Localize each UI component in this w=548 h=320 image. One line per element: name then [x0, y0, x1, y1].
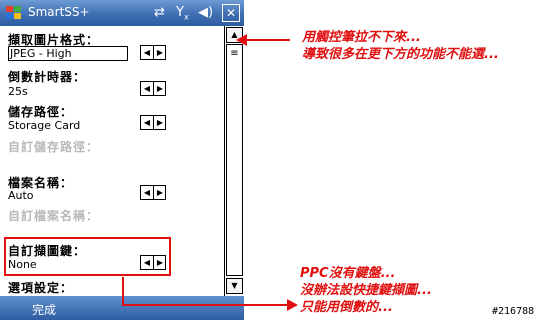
countdown-spinner[interactable]: ◀ ▶ — [140, 81, 166, 96]
windows-logo-icon[interactable] — [4, 3, 24, 23]
spinner-left-icon[interactable]: ◀ — [141, 186, 154, 199]
setting-label-options: 選項設定： — [8, 281, 74, 295]
title-bar: SmartSS+ ⇄ Yx ◀) ✕ — [0, 0, 244, 26]
setting-label-save-path: 儲存路徑： — [8, 105, 74, 119]
grip-icon: ≡ — [230, 48, 239, 59]
spinner-right-icon[interactable]: ▶ — [154, 46, 166, 59]
scroll-up-icon[interactable]: ▲ — [226, 27, 243, 43]
connectivity-icon[interactable]: ⇄ — [154, 4, 165, 22]
close-button[interactable]: ✕ — [222, 4, 240, 22]
vertical-scrollbar[interactable]: ▲ ≡ ▼ — [224, 26, 244, 296]
scroll-down-icon[interactable]: ▼ — [226, 278, 243, 294]
highlight-box — [4, 237, 171, 276]
file-name-spinner[interactable]: ◀ ▶ — [140, 185, 166, 200]
annotation-bottom-line3: 只能用倒數的... — [300, 300, 393, 315]
save-path-spinner[interactable]: ◀ ▶ — [140, 115, 166, 130]
volume-icon[interactable]: ◀) — [198, 4, 213, 22]
signal-off-icon[interactable]: Yx — [176, 4, 189, 22]
spinner-left-icon[interactable]: ◀ — [141, 116, 154, 129]
file-name-value: Auto — [8, 189, 34, 202]
softkey-bar: 完成 — [0, 296, 244, 320]
capture-format-spinner[interactable]: ◀ ▶ — [140, 45, 166, 60]
setting-label-custom-file-name: 自訂檔案名稱： — [8, 209, 100, 223]
setting-label-countdown: 倒數計時器： — [8, 70, 87, 84]
scrollbar-thumb[interactable]: ≡ — [226, 44, 243, 276]
spinner-left-icon[interactable]: ◀ — [141, 46, 154, 59]
capture-format-value[interactable]: JPEG - High — [8, 46, 128, 61]
watermark: #216788 — [492, 306, 535, 317]
spinner-right-icon[interactable]: ▶ — [154, 82, 166, 95]
app-title: SmartSS+ — [28, 5, 90, 19]
save-path-value: Storage Card — [8, 119, 81, 132]
countdown-value: 25s — [8, 85, 28, 98]
annotation-top-line2: 導致很多在更下方的功能不能選... — [302, 47, 499, 62]
done-softkey[interactable]: 完成 — [32, 301, 56, 318]
spinner-left-icon[interactable]: ◀ — [141, 82, 154, 95]
arrowhead-right-icon — [287, 299, 298, 311]
setting-label-custom-save-path: 自訂儲存路徑： — [8, 140, 100, 154]
spinner-right-icon[interactable]: ▶ — [154, 116, 166, 129]
spinner-right-icon[interactable]: ▶ — [154, 186, 166, 199]
